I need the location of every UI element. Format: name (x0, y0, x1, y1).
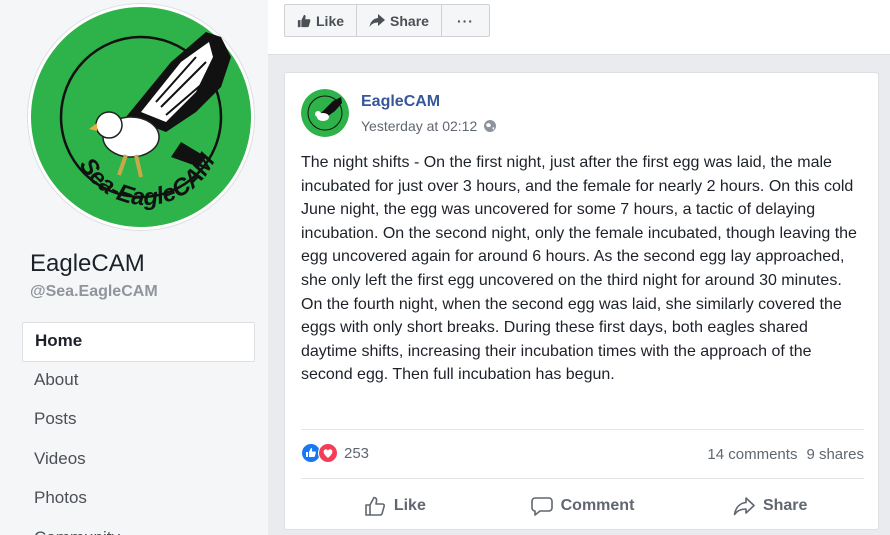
nav-item-about[interactable]: About (22, 362, 255, 402)
post-timestamp[interactable]: Yesterday at 02:12 (361, 118, 477, 134)
post-share-button[interactable]: Share (676, 485, 864, 527)
post-author-avatar[interactable] (301, 89, 349, 137)
love-reaction-icon (318, 443, 338, 463)
page-like-button[interactable]: Like (285, 5, 358, 36)
globe-icon[interactable] (483, 119, 497, 133)
share-outline-icon (733, 497, 755, 516)
more-icon: ··· (456, 12, 474, 29)
page-action-bar: Like Share ··· (268, 0, 890, 55)
thumbs-up-outline-icon (365, 496, 385, 516)
post-comment-button[interactable]: Comment (489, 485, 677, 527)
engagement-counts: 14 comments 9 shares (707, 446, 864, 463)
page-share-label: Share (390, 12, 429, 29)
nav-item-photos[interactable]: Photos (22, 480, 255, 520)
post-like-label: Like (393, 497, 426, 514)
post-author-name[interactable]: EagleCAM (361, 93, 440, 111)
share-arrow-icon (369, 13, 386, 27)
more-options-button[interactable]: ··· (442, 5, 489, 36)
reaction-count: 253 (344, 444, 370, 462)
comment-icon (530, 497, 553, 516)
post-stats: 253 14 comments 9 shares (301, 429, 864, 479)
page-action-buttons: Like Share ··· (284, 4, 490, 37)
page-share-button[interactable]: Share (357, 5, 442, 36)
page-handle[interactable]: @Sea.EagleCAM (30, 283, 158, 301)
post-comment-label: Comment (560, 497, 635, 514)
page-name[interactable]: EagleCAM (30, 250, 145, 278)
post-body: The night shifts - On the first night, j… (301, 151, 866, 387)
post-text-lead: The night shifts - (301, 154, 424, 171)
shares-count-link[interactable]: 9 shares (806, 446, 864, 463)
post-like-button[interactable]: Like (301, 485, 489, 527)
post-text-body: On the first night, just after the first… (301, 154, 857, 384)
page-like-label: Like (316, 12, 345, 29)
page-profile-picture[interactable]: Sea-EagleCAM (28, 4, 254, 230)
nav-item-videos[interactable]: Videos (22, 441, 255, 481)
post-card: EagleCAM Yesterday at 02:12 The night sh… (284, 72, 879, 530)
thumbs-up-icon (297, 14, 311, 27)
post-share-label: Share (762, 497, 808, 514)
page-nav: Home About Posts Videos Photos Community (22, 322, 255, 535)
post-meta: Yesterday at 02:12 (361, 118, 497, 134)
reactions-summary[interactable]: 253 (301, 443, 369, 463)
comments-count-link[interactable]: 14 comments (707, 446, 797, 463)
nav-item-posts[interactable]: Posts (22, 401, 255, 441)
nav-item-home[interactable]: Home (22, 322, 255, 362)
post-actions: Like Comment Share (301, 485, 864, 527)
nav-item-community[interactable]: Community (22, 520, 255, 535)
sea-eaglecam-logo: Sea-EagleCAM (31, 7, 251, 227)
left-sidebar: Sea-EagleCAM EagleCAM @Sea.EagleCAM Home… (0, 0, 268, 535)
